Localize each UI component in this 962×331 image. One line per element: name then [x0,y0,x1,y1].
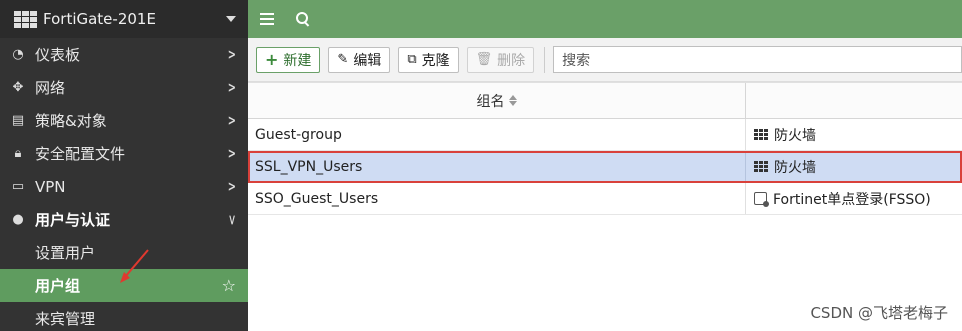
annotation-arrow [120,249,149,283]
chevron-right-icon: > [228,46,237,63]
search-icon[interactable] [296,12,310,26]
chevron-down-icon: > [226,213,238,226]
policy-icon: ▤ [11,113,25,128]
column-header-group-name[interactable]: 组名 [248,83,746,118]
network-move-icon: ✥ [12,80,24,95]
laptop-icon: ▭ [11,179,25,194]
column-header-label: 组名 [476,93,505,110]
sidebar-item-label: 仪表板 [35,46,81,64]
column-header-type [746,83,962,118]
menu-icon[interactable] [260,13,274,25]
delete-button[interactable]: 🗑︎ 删除 [466,46,535,73]
sidebar-item-label: VPN [35,177,66,196]
chevron-right-icon: > [228,178,237,195]
table-row[interactable]: SSL_VPN_Users 防火墙 [248,151,962,183]
sidebar-item-policy-objects[interactable]: ▤ 策略&对象 > [0,104,248,137]
lock-icon: 🔒︎ [14,146,22,161]
fsso-user-icon [754,192,769,207]
clone-label: 克隆 [421,52,450,69]
chevron-right-icon: > [228,112,237,129]
group-type-cell: 防火墙 [746,151,962,182]
sort-icon[interactable] [508,95,517,106]
group-type-label: 防火墙 [774,127,816,144]
chevron-right-icon: > [228,145,237,162]
group-name-cell: SSO_Guest_Users [248,183,746,214]
device-title: FortiGate-201E [43,10,156,28]
user-groups-table: 组名 Guest-group 防火墙 SSL_VPN_Users 防火墙 SSO… [248,82,962,215]
firewall-icon [754,129,768,140]
chevron-right-icon: > [228,79,237,96]
edit-label: 编辑 [353,52,382,69]
clone-button[interactable]: ⧉ 克隆 [398,46,459,73]
clone-icon: ⧉ [407,52,417,67]
table-row[interactable]: Guest-group 防火墙 [248,119,962,151]
sidebar-item-label: 用户与认证 [35,211,111,229]
create-new-button[interactable]: + 新建 [256,46,321,73]
sidebar-item-security-profiles[interactable]: 🔒︎ 安全配置文件 > [0,137,248,170]
user-icon: ● [12,212,24,227]
watermark: CSDN @飞塔老梅子 [810,304,948,322]
device-selector[interactable]: FortiGate-201E [0,0,248,38]
search-placeholder: 搜索 [562,52,591,69]
plus-icon: + [265,50,279,69]
pencil-icon: ✎ [337,52,349,67]
sidebar-item-vpn[interactable]: ▭ VPN > [0,170,248,203]
caret-down-icon[interactable] [226,16,236,22]
group-type-cell: 防火墙 [746,119,962,150]
edit-button[interactable]: ✎ 编辑 [328,46,391,73]
group-name-cell: SSL_VPN_Users [248,151,746,182]
fortigate-logo-icon [14,10,37,28]
group-name-cell: Guest-group [248,119,746,150]
star-icon[interactable]: ☆ [222,276,236,295]
dashboard-icon: ◔ [12,47,24,62]
group-type-cell: Fortinet单点登录(FSSO) [746,183,962,214]
table-row[interactable]: SSO_Guest_Users Fortinet单点登录(FSSO) [248,183,962,215]
create-new-label: 新建 [283,52,312,69]
trash-icon: 🗑︎ [475,52,493,67]
toolbar: + 新建 ✎ 编辑 ⧉ 克隆 🗑︎ 删除 搜索 [248,38,962,82]
delete-label: 删除 [497,52,526,69]
sidebar-item-network[interactable]: ✥ 网络 > [0,71,248,104]
table-header: 组名 [248,82,962,119]
firewall-icon [754,161,768,172]
sidebar-item-label: 网络 [35,79,66,97]
top-bar [248,0,962,38]
group-type-label: 防火墙 [774,159,816,176]
sidebar-item-dashboard[interactable]: ◔ 仪表板 > [0,38,248,71]
sidebar-item-user-auth[interactable]: ● 用户与认证 > [0,203,248,236]
toolbar-divider [544,46,546,73]
sidebar-item-label: 策略&对象 [35,112,107,130]
sidebar-subitem-label: 来宾管理 [35,310,96,328]
sidebar-item-label: 安全配置文件 [35,145,126,163]
sidebar-subitem-guest-management[interactable]: 来宾管理 [0,302,248,331]
search-input[interactable]: 搜索 [553,46,962,73]
group-type-label: Fortinet单点登录(FSSO) [773,191,931,208]
